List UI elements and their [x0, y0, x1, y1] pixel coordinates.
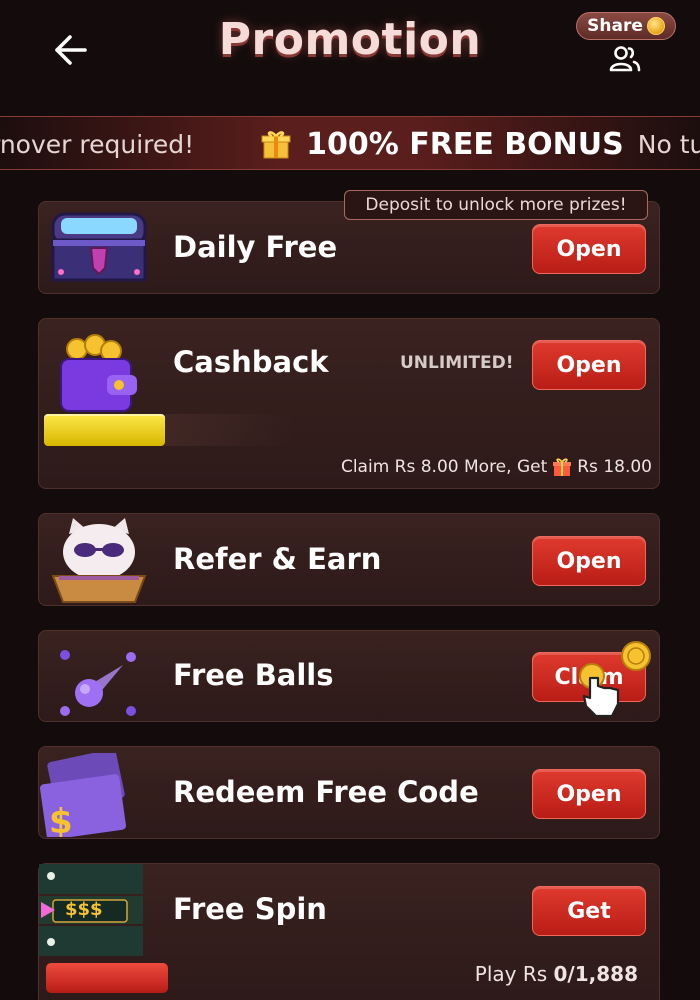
daily-free-title: Daily Free [173, 230, 338, 264]
redeem-code-open-button[interactable]: Open [532, 769, 646, 819]
promo-marquee: rnover required! 100% FREE BONUS No tur [0, 116, 700, 170]
share-label: Share [587, 16, 643, 36]
unlimited-badge: UNLIMITED! [400, 353, 514, 373]
coin-icon [646, 17, 665, 35]
free-spin-title: Free Spin [173, 892, 327, 926]
card-redeem-code: $ Redeem Free Code Open [38, 746, 660, 839]
refer-earn-title: Refer & Earn [173, 542, 382, 576]
refer-earn-open-button[interactable]: Open [532, 536, 646, 586]
gift-icon [553, 458, 572, 476]
free-spin-play-note: Play Rs 0/1,888 [475, 962, 638, 986]
share-button[interactable]: Share [576, 12, 676, 78]
wallet-coins-icon [60, 334, 137, 412]
card-free-balls: Free Balls Claim [38, 630, 660, 722]
cashback-note: Claim Rs 8.00 More, Get Rs 18.00 [341, 457, 652, 477]
slot-icon: $$$ [39, 864, 143, 958]
cashback-progress-track [165, 414, 295, 446]
free-spin-get-button[interactable]: Get [532, 886, 646, 936]
free-balls-title: Free Balls [173, 658, 334, 692]
users-icon [609, 46, 641, 72]
cashback-note-after: Rs 18.00 [577, 457, 652, 477]
treasure-chest-icon [51, 212, 147, 282]
slot-icon-text: $$$ [65, 899, 103, 920]
marquee-text-after: No tur [637, 129, 700, 159]
redeem-code-title: Redeem Free Code [173, 775, 479, 809]
cat-icon [51, 518, 147, 603]
cashback-note-before: Claim Rs 8.00 More, Get [340, 457, 548, 477]
cashback-open-button[interactable]: Open [532, 340, 646, 390]
svg-text:$: $ [49, 802, 73, 837]
deposit-tooltip: Deposit to unlock more prizes! [344, 190, 648, 220]
daily-free-open-button[interactable]: Open [532, 224, 646, 274]
free-spin-play-label: Play Rs [474, 962, 554, 986]
free-balls-claim-button[interactable]: Claim [532, 652, 646, 702]
marquee-track: rnover required! 100% FREE BONUS No tur [0, 117, 700, 169]
share-pill: Share [576, 12, 676, 40]
gift-icon [261, 131, 291, 159]
card-refer-earn: Refer & Earn Open [38, 513, 660, 606]
marquee-text-before: rnover required! [0, 129, 195, 159]
cashback-progress-bar [44, 414, 165, 446]
cashback-title: Cashback [173, 345, 329, 379]
header: Promotion Share [0, 0, 700, 100]
comet-ball-icon [60, 650, 136, 716]
ticket-dollar-icon: $ [40, 753, 126, 837]
marquee-bonus: 100% FREE BONUS [306, 126, 624, 162]
free-spin-play-value: 0/1,888 [553, 962, 638, 986]
free-spin-progress-bar [46, 963, 168, 993]
